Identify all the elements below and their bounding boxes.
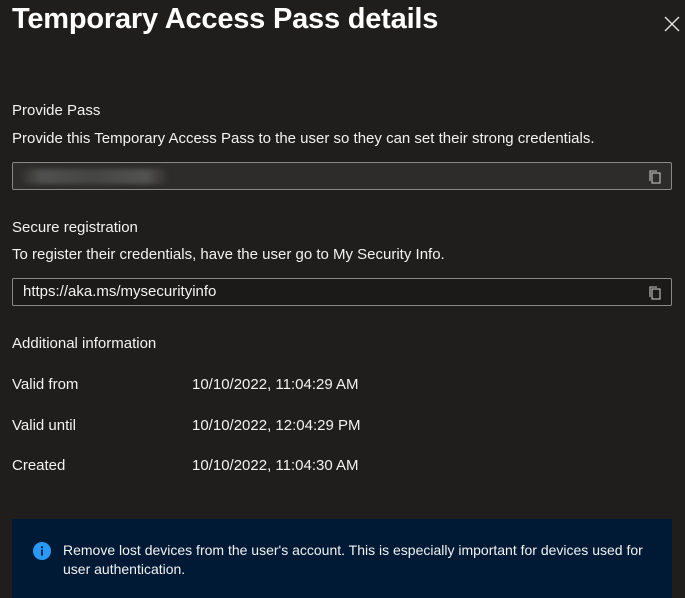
copy-url-button[interactable]: [647, 285, 663, 301]
security-info-url-field[interactable]: https://aka.ms/mysecurityinfo: [12, 278, 672, 306]
created-label: Created: [12, 457, 66, 474]
valid-from-value: 10/10/2022, 11:04:29 AM: [192, 376, 359, 393]
created-value: 10/10/2022, 11:04:30 AM: [192, 457, 359, 474]
copy-icon: [649, 170, 661, 184]
info-icon: [33, 542, 51, 560]
security-info-url: https://aka.ms/mysecurityinfo: [23, 283, 217, 300]
close-icon: [664, 16, 680, 32]
provide-pass-description: Provide this Temporary Access Pass to th…: [12, 130, 595, 147]
valid-from-label: Valid from: [12, 376, 79, 393]
copy-icon: [649, 286, 661, 300]
redacted-pass-value: [19, 169, 169, 184]
info-message-bar: Remove lost devices from the user's acco…: [12, 519, 672, 598]
temporary-access-pass-field[interactable]: [12, 162, 672, 190]
panel-title: Temporary Access Pass details: [12, 3, 439, 35]
additional-information-label: Additional information: [12, 335, 157, 352]
provide-pass-label: Provide Pass: [12, 102, 101, 119]
secure-registration-description: To register their credentials, have the …: [12, 246, 445, 263]
info-message-text: Remove lost devices from the user's acco…: [63, 542, 643, 577]
secure-registration-label: Secure registration: [12, 219, 138, 236]
close-button[interactable]: [662, 14, 682, 34]
copy-pass-button[interactable]: [647, 169, 663, 185]
valid-until-label: Valid until: [12, 417, 76, 434]
valid-until-value: 10/10/2022, 12:04:29 PM: [192, 417, 361, 434]
temporary-access-pass-panel: Temporary Access Pass details Provide Pa…: [0, 0, 685, 598]
